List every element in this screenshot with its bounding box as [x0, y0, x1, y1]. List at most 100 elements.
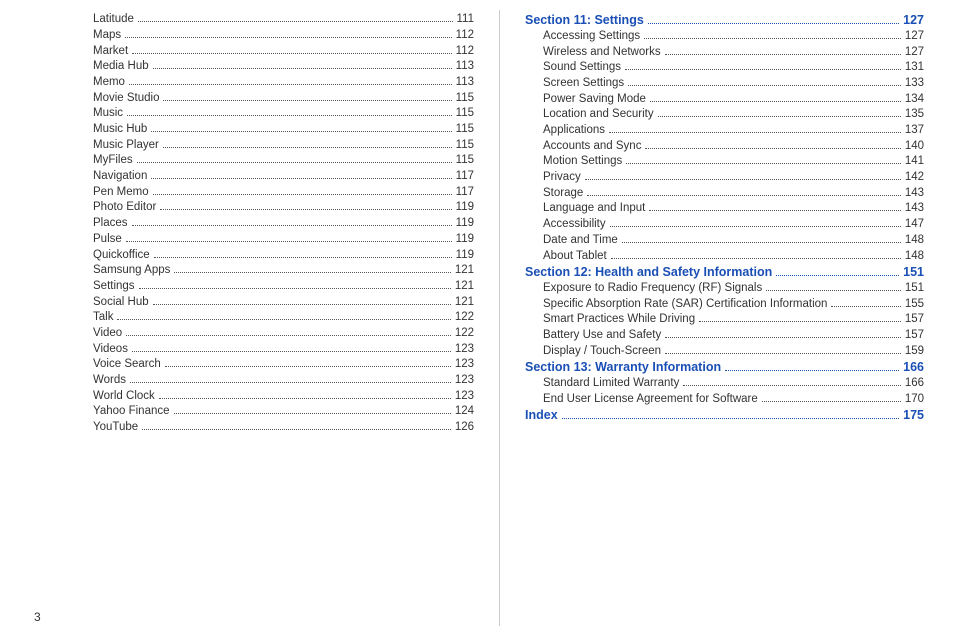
toc-entry[interactable]: World Clock123: [75, 391, 474, 403]
toc-section-heading[interactable]: Index175: [525, 409, 924, 422]
toc-page-number: 166: [905, 378, 924, 390]
toc-page-number: 127: [905, 31, 924, 43]
toc-page-number: 148: [905, 251, 924, 263]
toc-entry[interactable]: Standard Limited Warranty166: [525, 378, 924, 390]
toc-label: Sound Settings: [543, 62, 621, 74]
toc-label: Yahoo Finance: [93, 406, 170, 418]
toc-section-heading[interactable]: Section 11: Settings127: [525, 14, 924, 27]
toc-entry[interactable]: Videos123: [75, 344, 474, 356]
toc-entry[interactable]: Location and Security135: [525, 109, 924, 121]
toc-entry[interactable]: Music 115: [75, 108, 474, 120]
toc-entry[interactable]: Market112: [75, 46, 474, 58]
toc-entry[interactable]: Voice Search123: [75, 359, 474, 371]
toc-label: Location and Security: [543, 109, 654, 121]
toc-page-number: 123: [455, 359, 474, 371]
toc-page-number: 166: [903, 361, 924, 374]
toc-entry[interactable]: Wireless and Networks127: [525, 47, 924, 59]
toc-leader-dots: [137, 162, 452, 163]
toc-page-number: 140: [905, 141, 924, 153]
toc-page-number: 119: [456, 218, 474, 230]
toc-leader-dots: [645, 148, 900, 149]
toc-leader-dots: [650, 101, 901, 102]
toc-entry[interactable]: Specific Absorption Rate (SAR) Certifica…: [525, 299, 924, 311]
toc-page-number: 119: [456, 202, 474, 214]
toc-entry[interactable]: Maps112: [75, 30, 474, 42]
toc-leader-dots: [174, 413, 451, 414]
toc-entry[interactable]: Video 122: [75, 328, 474, 340]
toc-page-number: 127: [903, 14, 924, 27]
toc-entry[interactable]: Photo Editor 119: [75, 202, 474, 214]
toc-entry[interactable]: Latitude111: [75, 14, 474, 26]
toc-entry[interactable]: Memo113: [75, 77, 474, 89]
toc-entry[interactable]: Pulse119: [75, 234, 474, 246]
toc-entry[interactable]: Pen Memo117: [75, 187, 474, 199]
toc-entry[interactable]: Screen Settings133: [525, 78, 924, 90]
toc-label: Language and Input: [543, 203, 645, 215]
toc-label: Wireless and Networks: [543, 47, 661, 59]
toc-entry[interactable]: Privacy142: [525, 172, 924, 184]
toc-leader-dots: [163, 100, 451, 101]
toc-label: Navigation: [93, 171, 147, 183]
toc-label: Quickoffice: [93, 250, 150, 262]
toc-entry[interactable]: Accounts and Sync140: [525, 141, 924, 153]
toc-label: Specific Absorption Rate (SAR) Certifica…: [543, 299, 827, 311]
toc-entry[interactable]: Quickoffice119: [75, 250, 474, 262]
toc-entry[interactable]: Motion Settings141: [525, 156, 924, 168]
toc-entry[interactable]: Applications137: [525, 125, 924, 137]
toc-entry[interactable]: YouTube126: [75, 422, 474, 434]
toc-page-number: 142: [905, 172, 924, 184]
toc-entry[interactable]: Yahoo Finance124: [75, 406, 474, 418]
toc-page-number: 159: [905, 346, 924, 358]
toc-page-number: 151: [905, 283, 924, 295]
toc-entry[interactable]: Media Hub113: [75, 61, 474, 73]
toc-label: Samsung Apps: [93, 265, 170, 277]
toc-page-number: 122: [455, 328, 474, 340]
toc-label: World Clock: [93, 391, 155, 403]
toc-label: Video: [93, 328, 122, 340]
toc-section-heading[interactable]: Section 13: Warranty Information166: [525, 361, 924, 374]
toc-entry[interactable]: Display / Touch-Screen159: [525, 346, 924, 358]
toc-entry[interactable]: MyFiles115: [75, 155, 474, 167]
toc-label: Places: [93, 218, 128, 230]
toc-entry[interactable]: Power Saving Mode134: [525, 94, 924, 106]
toc-entry[interactable]: Music Player115: [75, 140, 474, 152]
toc-page-number: 112: [456, 46, 474, 58]
toc-label: Music: [93, 108, 123, 120]
toc-entry[interactable]: About Tablet148: [525, 251, 924, 263]
toc-label: Smart Practices While Driving: [543, 314, 695, 326]
toc-entry[interactable]: Accessing Settings127: [525, 31, 924, 43]
toc-label: Photo Editor: [93, 202, 156, 214]
toc-entry[interactable]: Date and Time148: [525, 235, 924, 247]
toc-leader-dots: [138, 21, 453, 22]
toc-leader-dots: [159, 398, 451, 399]
toc-leader-dots: [585, 179, 901, 180]
toc-entry[interactable]: Words123: [75, 375, 474, 387]
toc-entry[interactable]: Settings121: [75, 281, 474, 293]
toc-entry[interactable]: Sound Settings131: [525, 62, 924, 74]
toc-leader-dots: [125, 37, 452, 38]
toc-leader-dots: [776, 275, 899, 276]
toc-entry[interactable]: Samsung Apps121: [75, 265, 474, 277]
toc-entry[interactable]: Music Hub115: [75, 124, 474, 136]
toc-entry[interactable]: Smart Practices While Driving157: [525, 314, 924, 326]
toc-entry[interactable]: Battery Use and Safety157: [525, 330, 924, 342]
toc-entry[interactable]: Places 119: [75, 218, 474, 230]
toc-entry[interactable]: Language and Input143: [525, 203, 924, 215]
toc-entry[interactable]: Exposure to Radio Frequency (RF) Signals…: [525, 283, 924, 295]
toc-page-number: 123: [455, 375, 474, 387]
toc-entry[interactable]: Social Hub121: [75, 297, 474, 309]
toc-page-number: 115: [456, 108, 474, 120]
toc-entry[interactable]: Accessibility147: [525, 219, 924, 231]
toc-entry[interactable]: Storage143: [525, 188, 924, 200]
toc-leader-dots: [831, 306, 900, 307]
toc-entry[interactable]: End User License Agreement for Software1…: [525, 394, 924, 406]
toc-label: Settings: [93, 281, 135, 293]
toc-leader-dots: [151, 131, 451, 132]
toc-leader-dots: [163, 147, 452, 148]
toc-entry[interactable]: Movie Studio115: [75, 93, 474, 105]
toc-entry[interactable]: Navigation117: [75, 171, 474, 183]
toc-label: End User License Agreement for Software: [543, 394, 758, 406]
toc-section-heading[interactable]: Section 12: Health and Safety Informatio…: [525, 266, 924, 279]
toc-leader-dots: [658, 116, 901, 117]
toc-entry[interactable]: Talk122: [75, 312, 474, 324]
